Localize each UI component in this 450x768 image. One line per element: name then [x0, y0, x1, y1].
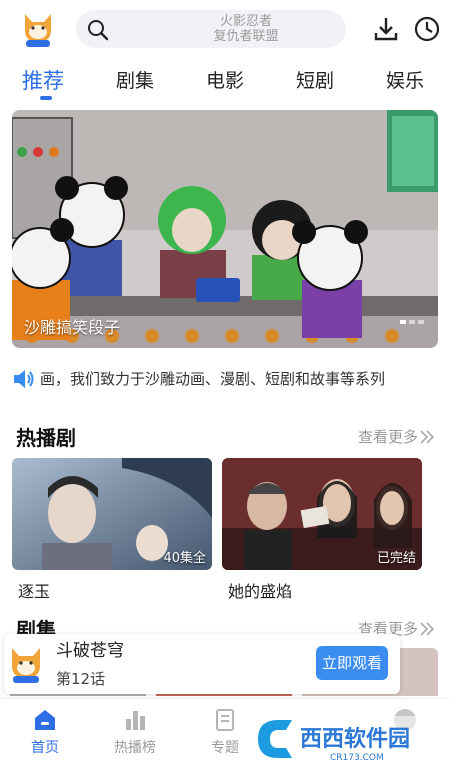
svg-text:CR173.COM: CR173.COM	[330, 753, 384, 763]
announcement-text: 画，我们致力于沙雕动画、漫剧、短剧和故事等系列	[40, 370, 386, 388]
drama-thumbnail: 40集全	[12, 458, 212, 570]
tab-series[interactable]: 剧集	[116, 66, 154, 93]
tab-indicator	[40, 96, 52, 100]
section-title-hot: 热播剧	[16, 426, 76, 450]
download-icon[interactable]	[372, 15, 400, 43]
banner-pagination	[400, 320, 424, 324]
drama-card[interactable]: 已完结 她的盛焰	[222, 458, 422, 602]
status-badge: 已完结	[376, 551, 416, 566]
document-icon	[216, 709, 234, 731]
double-chevron-right-icon	[420, 429, 435, 444]
hero-banner[interactable]: 沙雕搞笑段子	[12, 110, 438, 348]
app-logo-icon[interactable]	[20, 10, 56, 48]
nav-home-label: 首页	[31, 740, 59, 756]
watermark-logo: 西西软件园 CR173.COM	[252, 716, 432, 763]
tab-recommend[interactable]: 推荐	[22, 65, 64, 95]
search-icon	[88, 20, 109, 41]
drama-card[interactable]: 40集全 逐玉	[12, 458, 212, 602]
episode-badge: 40集全	[163, 551, 206, 566]
svg-text:西西软件园: 西西软件园	[300, 726, 410, 752]
speaker-icon	[14, 370, 34, 388]
drama-thumbnail: 已完结	[222, 458, 422, 570]
pagination-dot	[409, 320, 415, 324]
more-label: 查看更多	[357, 428, 418, 446]
drama-name: 逐玉	[18, 582, 51, 601]
watch-now-button[interactable]: 立即观看	[316, 646, 388, 680]
mini-player-title: 斗破苍穹	[56, 641, 124, 661]
nav-ranking-label: 热播榜	[114, 740, 156, 756]
hot-more-link[interactable]: 查看更多	[358, 426, 436, 447]
search-placeholder: 火影忍者 复仇者联盟	[213, 14, 279, 44]
nav-topics-label: 专题	[211, 740, 239, 756]
pagination-dot	[400, 320, 406, 324]
top-bar: 火影忍者 复仇者联盟	[0, 0, 450, 58]
banner-title: 沙雕搞笑段子	[24, 318, 121, 337]
nav-home[interactable]: 首页	[10, 707, 80, 757]
bar-chart-icon	[126, 711, 145, 730]
search-bar[interactable]: 火影忍者 复仇者联盟	[76, 10, 346, 48]
nav-topics[interactable]: 专题	[190, 707, 260, 757]
history-clock-icon[interactable]	[413, 15, 441, 43]
tab-entertainment[interactable]: 娱乐	[386, 66, 424, 93]
double-chevron-right-icon	[420, 621, 435, 636]
banner-image	[12, 110, 438, 348]
drama-name: 她的盛焰	[228, 582, 293, 601]
nav-ranking[interactable]: 热播榜	[100, 707, 170, 757]
tab-movies[interactable]: 电影	[206, 66, 244, 93]
pagination-dot	[418, 320, 424, 324]
category-tabs: 推荐 剧集 电影 短剧 娱乐	[0, 58, 450, 102]
tab-short-drama[interactable]: 短剧	[296, 66, 334, 93]
home-icon	[35, 710, 55, 730]
continue-watching-bar[interactable]: 斗破苍穹 第12话 立即观看	[4, 634, 400, 694]
mini-player-logo-icon	[12, 648, 40, 683]
announcement-bar[interactable]: 画，我们致力于沙雕动画、漫剧、短剧和故事等系列	[12, 366, 438, 392]
mini-player-episode: 第12话	[56, 670, 106, 688]
